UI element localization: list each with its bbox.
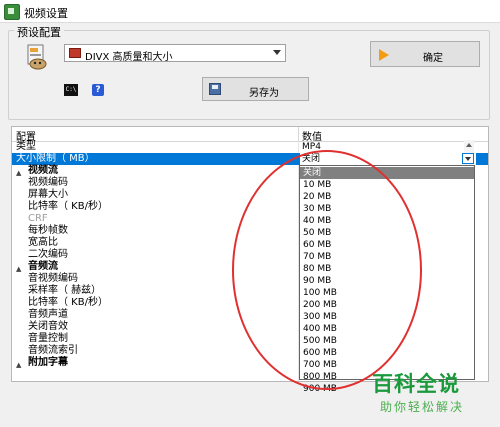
save-as-button-label: 另存为 — [249, 88, 279, 99]
preset-select-value: DIVX 高质量和大小 — [85, 52, 173, 63]
window-title: 视频设置 — [24, 7, 68, 20]
watermark-slogan: 助你轻松解决 — [380, 400, 465, 414]
dropdown-option[interactable]: 80 MB — [300, 263, 474, 275]
dropdown-option[interactable]: 关闭 — [300, 167, 474, 179]
size-limit-dropdown-button[interactable] — [462, 153, 474, 164]
watermark-brand: 百科全说 — [372, 372, 460, 396]
preset-select[interactable]: DIVX 高质量和大小 — [64, 44, 286, 63]
grid-row-type[interactable]: 类型 MP4 — [12, 141, 488, 153]
grid-row-size-limit[interactable]: 大小限制（ MB） 关闭 — [12, 153, 488, 165]
preset-group-label: 预设配置 — [14, 24, 64, 40]
title-bar: 视频设置 — [0, 0, 500, 23]
ok-button-label: 确定 — [423, 53, 443, 64]
media-file-icon — [27, 44, 47, 70]
scroll-up-icon[interactable] — [466, 143, 472, 147]
dropdown-option[interactable]: 200 MB — [300, 299, 474, 311]
collapse-icon[interactable]: ▲ — [16, 361, 21, 369]
dropdown-option[interactable]: 40 MB — [300, 215, 474, 227]
arrow-right-icon — [379, 49, 389, 61]
dropdown-option[interactable]: 90 MB — [300, 275, 474, 287]
dropdown-option[interactable]: 600 MB — [300, 347, 474, 359]
chevron-down-icon — [273, 50, 281, 55]
dropdown-option[interactable]: 20 MB — [300, 191, 474, 203]
size-limit-dropdown[interactable]: 关闭 10 MB 20 MB 30 MB 40 MB 50 MB 60 MB 7… — [299, 165, 475, 394]
watermark: 百科全说 助你轻松解决 — [372, 368, 492, 422]
grid-header: 配置 数值 — [12, 127, 488, 143]
dropdown-option[interactable]: 70 MB — [300, 251, 474, 263]
header-divider — [298, 127, 299, 141]
ok-button[interactable]: 确定 — [370, 41, 480, 67]
dropdown-option[interactable]: 50 MB — [300, 227, 474, 239]
collapse-icon[interactable]: ▲ — [16, 169, 21, 177]
dropdown-option[interactable]: 60 MB — [300, 239, 474, 251]
dropdown-option[interactable]: 100 MB — [300, 287, 474, 299]
dropdown-option[interactable]: 30 MB — [300, 203, 474, 215]
app-icon — [4, 4, 20, 20]
command-line-icon[interactable]: C:\ — [64, 84, 78, 96]
help-icon[interactable]: ? — [92, 84, 104, 96]
collapse-icon[interactable]: ▲ — [16, 265, 21, 273]
divx-icon — [69, 48, 81, 58]
dropdown-option[interactable]: 400 MB — [300, 323, 474, 335]
save-as-button[interactable]: 另存为 — [202, 77, 309, 101]
dropdown-option[interactable]: 500 MB — [300, 335, 474, 347]
floppy-disk-icon — [209, 83, 221, 95]
dropdown-option[interactable]: 300 MB — [300, 311, 474, 323]
dropdown-option[interactable]: 10 MB — [300, 179, 474, 191]
